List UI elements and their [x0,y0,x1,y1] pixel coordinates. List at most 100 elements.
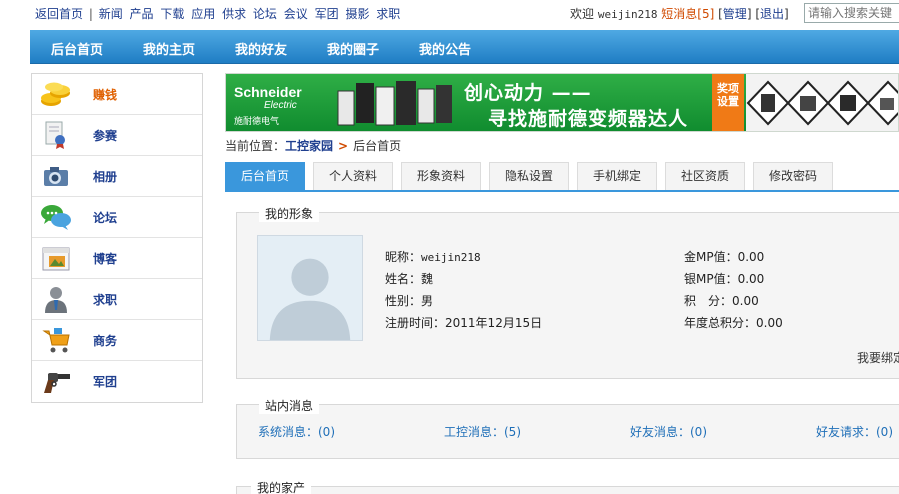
name-row: 姓名：魏 [385,270,433,287]
top-link-legion[interactable]: 军团 [315,7,339,21]
top-link-supply[interactable]: 供求 [222,7,246,21]
breadcrumb: 当前位置：工控家园 > 后台首页 [225,137,401,154]
annual-label: 年度总积分： [684,316,757,330]
sidebar-item-jobs[interactable]: 求职 [32,279,202,320]
sidebar-item-album[interactable]: 相册 [32,156,202,197]
tab-image-info[interactable]: 形象资料 [401,162,481,190]
top-link-jobs[interactable]: 求职 [376,7,400,21]
nav-item-my-notice[interactable]: 我的公告 [419,39,471,58]
sidebar-item-label: 求职 [93,293,118,307]
breadcrumb-home-link[interactable]: 工控家园 [285,139,333,153]
sidebar-item-legion[interactable]: 军团 [32,361,202,402]
annual-row: 年度总积分：0.00 [684,314,783,331]
gold-value: 0.00 [737,250,765,264]
industrial-messages-link[interactable]: 工控消息：(5) [444,423,521,440]
system-messages-link[interactable]: 系统消息：(0) [258,423,335,440]
award-certificate-icon [45,121,65,149]
tab-admin-home[interactable]: 后台首页 [225,162,305,190]
sidebar-item-label: 赚钱 [93,88,118,102]
revolver-icon [44,373,70,393]
top-link-apps[interactable]: 应用 [191,7,215,21]
name-value: 魏 [421,272,434,286]
divider: | [85,7,97,21]
shopping-cart-icon [42,328,70,353]
friend-messages-link[interactable]: 好友消息：(0) [630,423,707,440]
gender-label: 性别： [385,294,422,308]
prize-gallery-icon [746,74,898,131]
points-row: 积 分：0.00 [684,292,759,309]
annual-value: 0.00 [756,316,783,330]
register-row: 注册时间：2011年12月15日 [385,314,542,331]
user-status: 欢迎 weijin218 短消息[5] [管理] [退出] [570,5,789,22]
gold-label: 金MP值： [684,250,738,264]
chat-bubbles-icon [41,205,71,230]
search-input[interactable] [804,3,899,23]
points-value: 0.00 [732,294,759,308]
nickname-value: weijin218 [421,251,481,264]
brand-logo-text: Schneider [234,84,302,100]
sidebar-item-label: 军团 [93,375,118,389]
profile-panel: 我的形象 昵称：weijin218 姓名：魏 性别：男 注册时间：2011年12… [236,205,899,379]
sidebar-item-label: 参赛 [93,129,118,143]
top-link-photo[interactable]: 摄影 [345,7,369,21]
sidebar: 赚钱 参赛 相册 论坛 博客 求职 商务 军团 [31,73,203,403]
sidebar-item-label: 博客 [93,252,118,266]
register-value: 2011年12月15日 [445,316,543,330]
points-label: 积 分： [684,294,733,308]
top-link-meeting[interactable]: 会议 [284,7,308,21]
banner-slogan-line2: 寻找施耐德变频器达人 [488,108,689,130]
panel-legend: 我的形象 [259,205,320,222]
manage-link[interactable]: 管理 [723,7,747,21]
gender-row: 性别：男 [385,292,433,309]
top-link-forum[interactable]: 论坛 [253,7,277,21]
nav-item-admin-home[interactable]: 后台首页 [51,39,103,58]
top-link-news[interactable]: 新闻 [99,7,123,21]
tab-community-qualification[interactable]: 社区资质 [665,162,745,190]
coins-icon [41,82,70,106]
sidebar-item-blog[interactable]: 博客 [32,238,202,279]
tab-privacy[interactable]: 隐私设置 [489,162,569,190]
name-label: 姓名： [385,272,422,286]
assets-panel: 我的家产 [236,479,899,494]
tab-personal-info[interactable]: 个人资料 [313,162,393,190]
nav-item-my-friends[interactable]: 我的好友 [235,39,287,58]
sidebar-item-forum[interactable]: 论坛 [32,197,202,238]
register-label: 注册时间： [385,316,446,330]
silver-row: 银MP值：0.00 [684,270,764,287]
award-badge: 奖项设置 [712,74,744,131]
sidebar-item-earn[interactable]: 赚钱 [32,74,202,115]
avatar[interactable] [257,235,363,341]
nav-item-my-homepage[interactable]: 我的主页 [143,39,195,58]
top-link-products[interactable]: 产品 [130,7,154,21]
folder-image-icon [42,247,70,271]
advertisement-banner[interactable]: Schneider Electric 施耐德电气 创心动力 —— 寻找施耐德变频… [225,73,899,132]
breadcrumb-prefix: 当前位置： [225,139,286,153]
messages-link[interactable]: 短消息[5] [661,7,714,21]
nav-item-my-circle[interactable]: 我的圈子 [327,39,379,58]
bracket: ] [784,7,789,21]
sidebar-item-label: 论坛 [93,211,118,225]
top-link-download[interactable]: 下载 [160,7,184,21]
tab-phone-binding[interactable]: 手机绑定 [577,162,657,190]
nickname-label: 昵称： [385,250,422,264]
nickname-row: 昵称：weijin218 [385,248,481,265]
main-nav: 后台首页 我的主页 我的好友 我的圈子 我的公告 [30,30,899,64]
welcome-text: 欢迎 [570,7,595,21]
messages-panel: 站内消息 系统消息：(0) 工控消息：(5) 好友消息：(0) 好友请求：(0) [236,397,899,459]
settings-tabs: 后台首页 个人资料 形象资料 隐私设置 手机绑定 社区资质 修改密码 [225,162,899,192]
tab-change-password[interactable]: 修改密码 [753,162,833,190]
top-bar: 返回首页 | 新闻 产品 下载 应用 供求 论坛 会议 军团 摄影 求职 欢迎 … [0,0,899,26]
gold-row: 金MP值：0.00 [684,248,764,265]
top-link-home[interactable]: 返回首页 [35,7,83,21]
brand-logo-subtext: Electric [264,100,297,111]
sidebar-item-label: 商务 [93,334,118,348]
sidebar-item-contest[interactable]: 参赛 [32,115,202,156]
logout-link[interactable]: 退出 [760,7,784,21]
sidebar-item-business[interactable]: 商务 [32,320,202,361]
breadcrumb-current: 后台首页 [353,139,402,153]
friend-requests-link[interactable]: 好友请求：(0) [816,423,893,440]
chevron-right-icon: > [338,139,349,153]
silver-value: 0.00 [737,272,765,286]
person-icon [45,287,67,313]
bind-link[interactable]: 我要绑定 [857,349,899,366]
